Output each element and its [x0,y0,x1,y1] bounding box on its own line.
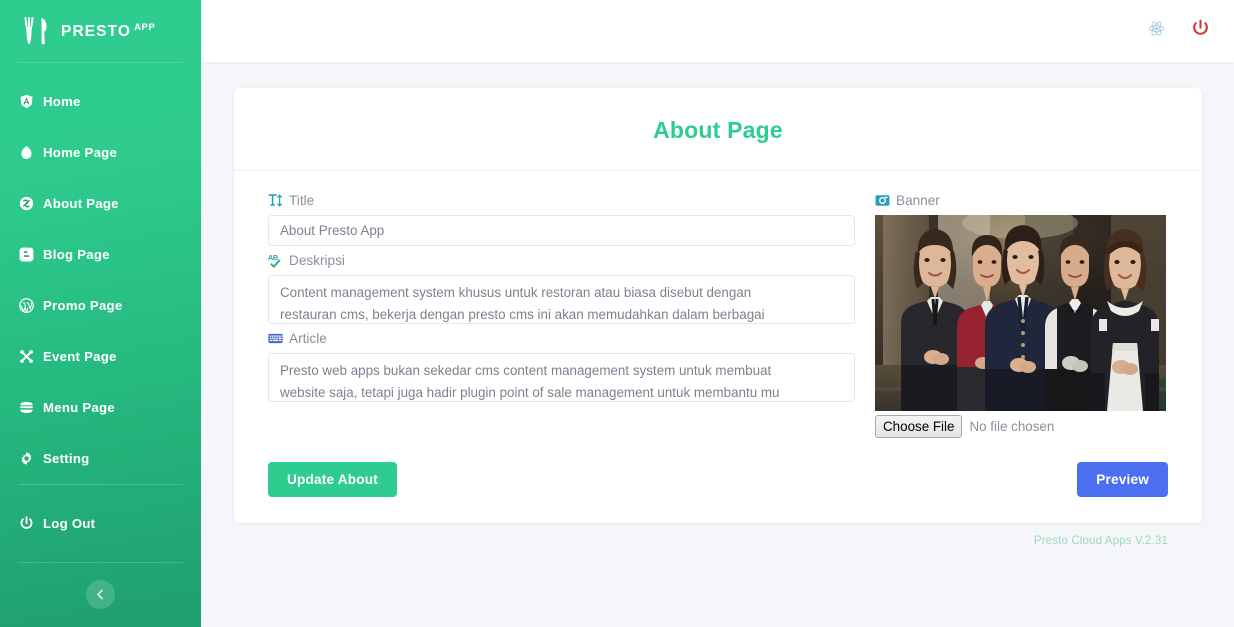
deskripsi-line-2: restauran cms, bekerja dengan presto cms… [280,307,765,322]
page-title: About Page [234,88,1202,171]
content-wrap: About Page Title About Presto App A B De… [201,62,1234,547]
sidebar-item-blog-page[interactable]: Blog Page [0,229,201,280]
field-label-text: Deskripsi [289,252,345,268]
banner-image [875,215,1166,411]
preview-button[interactable]: Preview [1077,462,1168,497]
gear-icon [19,451,34,466]
deskripsi-textarea[interactable]: Content management system khusus untuk r… [268,275,855,324]
sidebar-item-menu-page[interactable]: Menu Page [0,382,201,433]
collapse-wrap [0,563,201,609]
topbar [201,0,1234,62]
drupal-drop-icon [19,145,34,160]
field-label-text: Banner [896,192,940,208]
brand[interactable]: PRESTO APP [0,0,201,62]
sidebar-item-label: Menu Page [43,400,115,415]
title-label-row: Title [268,193,855,208]
card-body: Title A B [234,171,1202,438]
fork-knife-icon [20,16,52,46]
keyboard-icon [268,331,283,346]
article-textarea[interactable]: Presto web apps bukan sekedar cms conten… [268,353,855,402]
title-input[interactable] [268,215,855,246]
sidebar-item-label: Home Page [43,145,118,160]
form-right-column: Banner Choose File No file chosen [875,193,1168,438]
wordpress-w-icon [19,298,34,313]
brand-suffix: APP [134,21,156,33]
burger-icon [19,400,34,415]
spell-check-icon: A B [268,253,283,268]
deskripsi-label-row: A B Deskripsi [268,253,855,268]
sidebar-item-label: Event Page [43,349,117,364]
sidebar: PRESTO APP Home Home Page About Page Blo… [0,0,201,627]
power-icon [19,516,34,531]
sidebar-item-about-page[interactable]: About Page [0,178,201,229]
choose-file-button[interactable]: Choose File [875,415,963,438]
no-file-chosen-label: No file chosen [969,419,1055,434]
angular-shield-icon [19,94,34,109]
sidebar-item-home[interactable]: Home [0,76,201,127]
power-icon[interactable] [1191,19,1210,43]
footer-version: Presto Cloud Apps V.2.31 [1033,534,1168,547]
card-actions: Update About Preview [234,438,1202,497]
joomla-circle-icon [19,196,34,211]
article-line-1: Presto web apps bukan sekedar cms conten… [280,363,772,378]
update-about-button[interactable]: Update About [268,462,397,497]
field-label-text: Title [289,192,315,208]
banner-label-row: Banner [875,193,1168,208]
sidebar-item-label: Blog Page [43,247,110,262]
sidebar-nav: Home Home Page About Page Blog Page Prom… [0,63,201,484]
sidebar-collapse-button[interactable] [86,580,115,609]
sidebar-item-logout[interactable]: Log Out [0,498,201,549]
field-deskripsi: A B Deskripsi Content management system … [268,253,855,324]
blogger-b-icon [19,247,34,262]
article-line-2: website saja, tetapi juga hadir plugin p… [280,385,780,400]
sidebar-item-home-page[interactable]: Home Page [0,127,201,178]
app-root: PRESTO APP Home Home Page About Page Blo… [0,0,1234,627]
joomla-x-icon [19,349,34,364]
article-label-row: Article [268,331,855,346]
react-atom-icon[interactable] [1148,20,1165,42]
main-area: About Page Title About Presto App A B De… [201,0,1234,627]
sidebar-item-label: Home [43,94,81,109]
field-label-text: Article [289,330,327,346]
field-article: Article Presto web apps bukan sekedar cm… [268,331,855,402]
field-title: Title [268,193,855,246]
sidebar-item-label: Setting [43,451,90,466]
about-page-card: About Page Title About Presto App A B De… [234,88,1202,523]
sidebar-item-label: About Page [43,196,119,211]
banner-file-row: Choose File No file chosen [875,415,1168,438]
form-left-column: Title A B [268,193,855,438]
chevron-left-icon [95,589,106,600]
text-height-icon [268,193,283,208]
deskripsi-line-1: Content management system khusus untuk r… [280,285,752,300]
sidebar-item-label: Promo Page [43,298,123,313]
sidebar-item-label: Log Out [43,516,96,531]
brand-name: PRESTO APP [61,21,156,40]
sidebar-item-event-page[interactable]: Event Page [0,331,201,382]
camera-icon [875,193,890,208]
sidebar-item-promo-page[interactable]: Promo Page [0,280,201,331]
sidebar-item-setting[interactable]: Setting [0,433,201,484]
sidebar-divider-mid [18,484,183,485]
